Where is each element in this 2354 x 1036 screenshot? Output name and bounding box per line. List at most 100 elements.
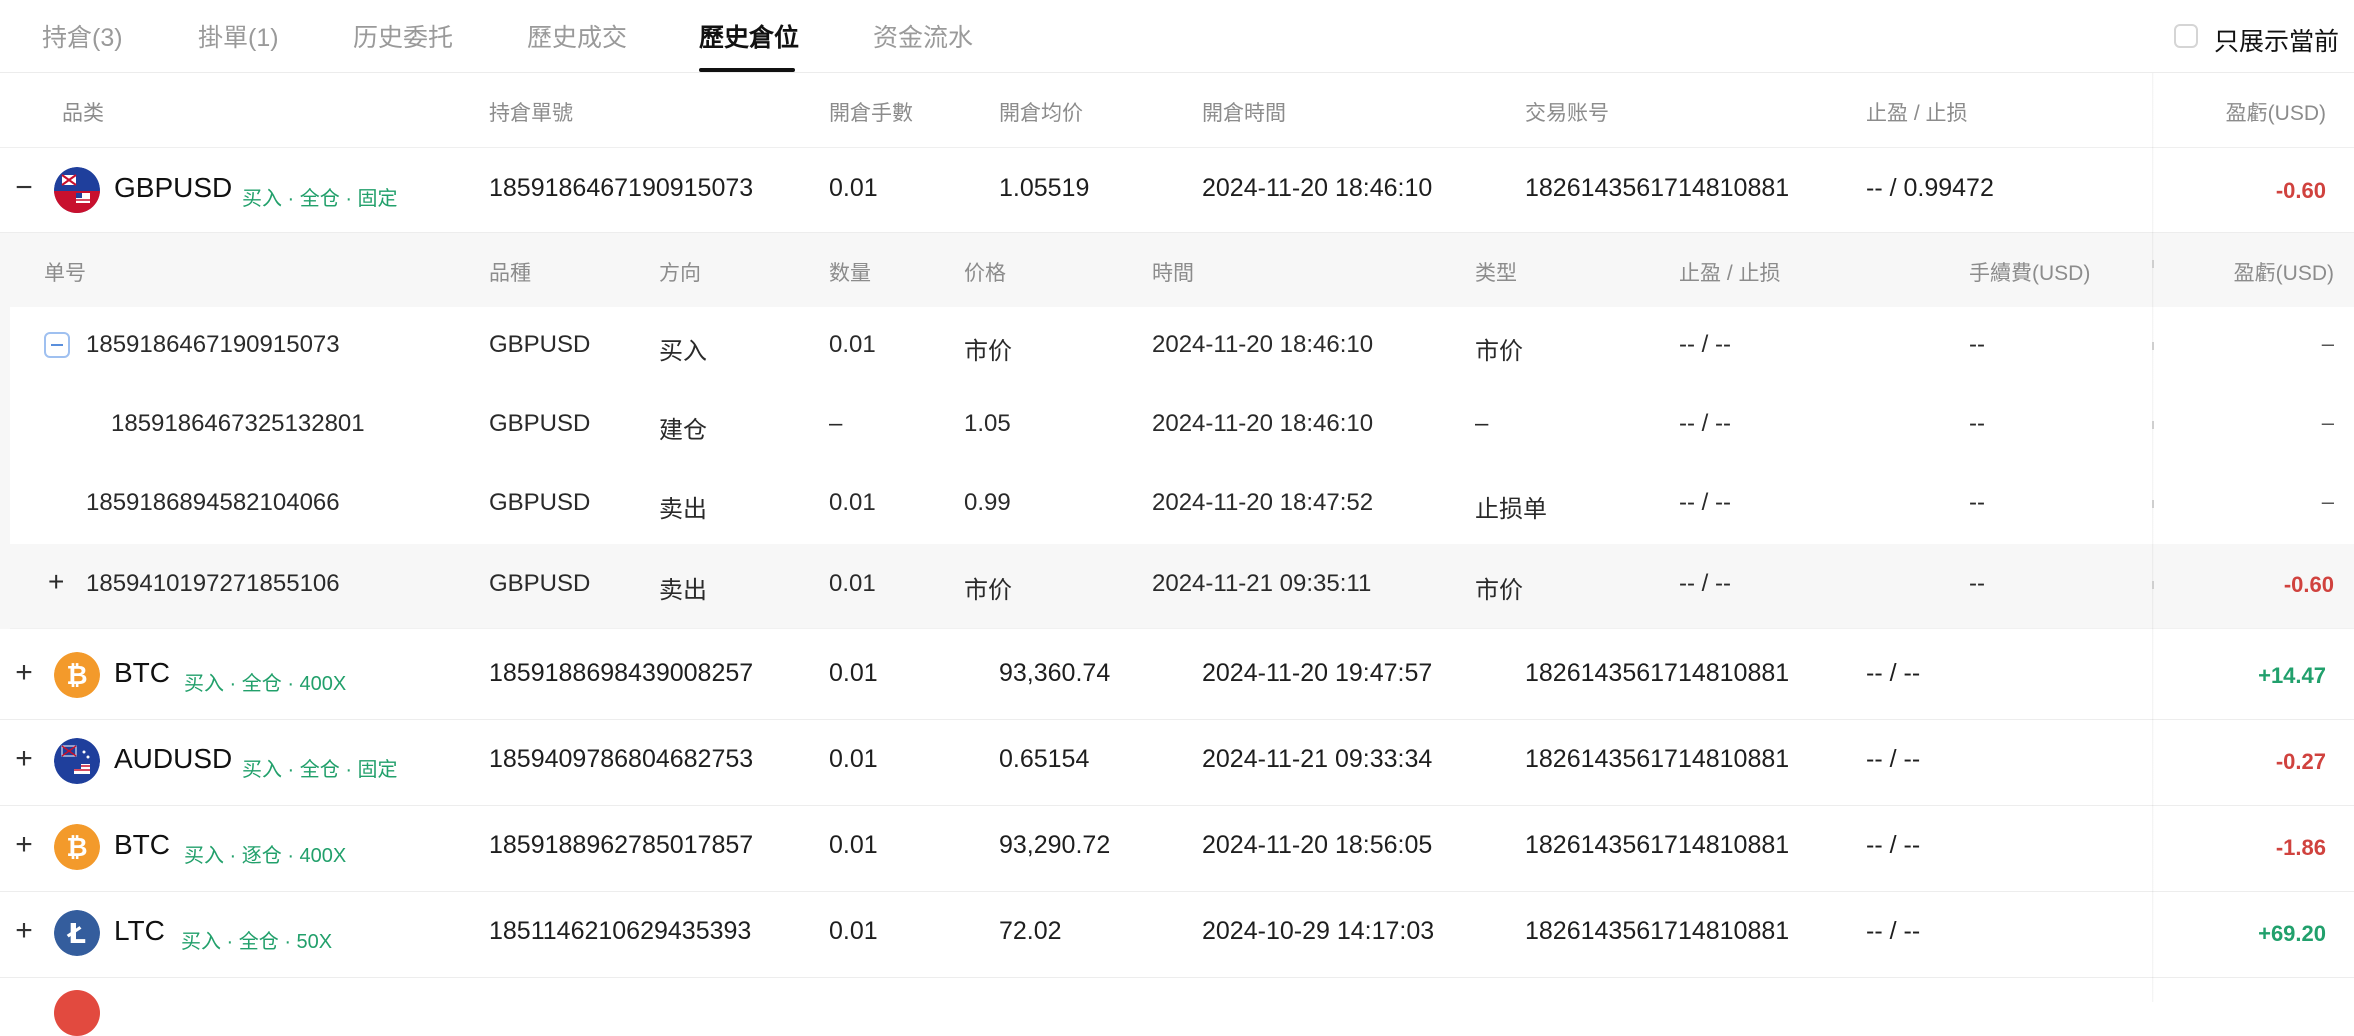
sub-col-time: 時間 (1152, 262, 1194, 285)
collapse-icon[interactable]: − (12, 173, 36, 203)
avg-price: 93,290.72 (999, 831, 1111, 859)
position-row[interactable]: + Ł LTC 买入 · 全仓 · 50X 185114621062943539… (0, 891, 2354, 978)
pnl-value: -0.60 (2275, 178, 2326, 203)
tab-trade-history[interactable]: 歷史成交 (527, 18, 627, 54)
sub-tp-sl: -- / -- (1679, 410, 1731, 437)
fixed-column-divider (2152, 73, 2154, 1002)
sub-direction: 卖出 (659, 496, 707, 523)
account: 1826143561714810881 (1525, 659, 1790, 687)
sub-col-qty: 数量 (829, 262, 871, 285)
bitcoin-icon: ₿ (54, 652, 100, 698)
sub-col-order-no: 单号 (44, 262, 86, 285)
sub-order-row[interactable]: 1859186467190915073 GBPUSD 买入 0.01 市价 20… (10, 307, 2354, 387)
aud-us-flag-icon (54, 738, 100, 784)
sub-price: 市价 (964, 338, 1012, 365)
expand-icon[interactable]: + (48, 566, 64, 598)
sub-order-row[interactable]: 1859186894582104066 GBPUSD 卖出 0.01 0.99 … (10, 465, 2354, 545)
lots: 0.01 (829, 659, 878, 687)
column-overflow-marker (2152, 500, 2154, 508)
expand-icon[interactable]: + (12, 658, 36, 688)
sub-time: 2024-11-20 18:46:10 (1152, 410, 1374, 437)
avg-price: 72.02 (999, 917, 1062, 945)
sub-price: 市价 (964, 577, 1012, 604)
sub-fee: -- (1969, 410, 1985, 437)
open-time: 2024-11-21 09:33:34 (1202, 745, 1433, 773)
position-tags: 买入 · 全仓 · 固定 (242, 188, 398, 210)
tab-positions[interactable]: 持倉(3) (42, 18, 123, 54)
sub-qty: – (829, 410, 843, 437)
current-only-checkbox[interactable] (2174, 24, 2198, 48)
sub-fee: -- (1969, 570, 1985, 597)
sub-price: 0.99 (964, 489, 1011, 516)
order-no: 1859186467190915073 (489, 174, 754, 202)
sub-direction: 卖出 (659, 577, 707, 604)
expand-icon[interactable]: + (12, 916, 36, 946)
col-product: 品类 (62, 102, 104, 125)
symbol-label: LTC (114, 915, 165, 946)
sub-tp-sl: -- / -- (1679, 489, 1731, 516)
col-tp-sl: 止盈 / 止损 (1866, 102, 1968, 125)
order-no: 1859188962785017857 (489, 831, 754, 859)
pnl-value: +14.47 (2258, 663, 2326, 688)
sub-table-header: 单号 品種 方向 数量 价格 時間 类型 止盈 / 止损 手續費(USD) 盈虧… (10, 233, 2354, 307)
account: 1826143561714810881 (1525, 917, 1790, 945)
position-row[interactable]: + ₿ BTC 买入 · 逐仓 · 400X 18591889627850178… (0, 805, 2354, 892)
lots: 0.01 (829, 917, 878, 945)
position-row[interactable]: + AUDUSD 买入 · 全仓 · 固定 185940978680468275… (0, 719, 2354, 806)
col-lots: 開倉手數 (829, 102, 913, 125)
sub-pnl: – (2321, 489, 2334, 514)
lots: 0.01 (829, 174, 878, 202)
open-time: 2024-11-20 18:46:10 (1202, 174, 1433, 202)
sub-direction: 建仓 (659, 417, 707, 444)
tab-fund-flow[interactable]: 资金流水 (873, 18, 973, 54)
sub-order-row[interactable]: 1859186467325132801 GBPUSD 建仓 – 1.05 202… (10, 386, 2354, 466)
symbol-label: AUDUSD (114, 743, 233, 774)
bitcoin-icon: ₿ (54, 824, 100, 870)
open-time: 2024-10-29 14:17:03 (1202, 917, 1435, 945)
order-no: 1851146210629435393 (489, 917, 752, 945)
tab-position-history[interactable]: 歷史倉位 (699, 18, 799, 54)
symbol-label: BTC (114, 829, 170, 860)
sub-fee: -- (1969, 331, 1985, 358)
sub-type: 止损单 (1475, 496, 1547, 523)
sub-order-row[interactable]: + 1859410197271855106 GBPUSD 卖出 0.01 市价 … (10, 544, 2354, 629)
sub-type: 市价 (1475, 338, 1523, 365)
col-pnl: 盈虧(USD) (2225, 102, 2326, 125)
gbp-us-flag-icon (54, 167, 100, 213)
sub-qty: 0.01 (829, 489, 876, 516)
sub-type: 市价 (1475, 577, 1523, 604)
table-header: 品类 持倉單號 開倉手數 開倉均价 開倉時間 交易账号 止盈 / 止损 盈虧(U… (0, 73, 2354, 148)
tab-order-history[interactable]: 历史委托 (353, 18, 453, 54)
sub-col-fee: 手續費(USD) (1969, 262, 2091, 285)
sub-time: 2024-11-20 18:46:10 (1152, 331, 1374, 358)
col-account: 交易账号 (1525, 102, 1609, 125)
column-overflow-marker (2152, 260, 2154, 268)
sub-qty: 0.01 (829, 331, 876, 358)
collapse-icon[interactable] (44, 332, 70, 358)
col-open-time: 開倉時間 (1202, 102, 1286, 125)
sub-col-type: 类型 (1475, 262, 1517, 285)
position-tags: 买入 · 全仓 · 固定 (242, 759, 398, 781)
account: 1826143561714810881 (1525, 831, 1790, 859)
active-tab-indicator (699, 68, 795, 72)
column-overflow-marker (2152, 421, 2154, 429)
tab-pending-orders[interactable]: 掛單(1) (198, 18, 279, 54)
tp-sl: -- / -- (1866, 831, 1921, 859)
sub-col-tp-sl: 止盈 / 止损 (1679, 262, 1781, 285)
avg-price: 93,360.74 (999, 659, 1111, 687)
position-row[interactable]: + ₿ BTC 买入 · 全仓 · 400X 18591886984390082… (0, 633, 2354, 720)
expand-icon[interactable]: + (12, 830, 36, 860)
current-only-filter[interactable]: 只展示當前 (2174, 22, 2354, 56)
sub-tp-sl: -- / -- (1679, 570, 1731, 597)
position-tags: 买入 · 全仓 · 400X (184, 673, 347, 695)
sub-product: GBPUSD (489, 410, 591, 437)
pnl-value: +69.20 (2258, 921, 2326, 946)
expand-icon[interactable]: + (12, 744, 36, 774)
position-row[interactable]: − GBPUSD 买入 · 全仓 · 固定 185918646719091507… (0, 148, 2354, 233)
position-tags: 买入 · 全仓 · 50X (181, 931, 333, 953)
sub-type: – (1475, 410, 1489, 437)
lots: 0.01 (829, 831, 878, 859)
symbol-label: BTC (114, 657, 170, 688)
sub-pnl: -0.60 (2283, 572, 2334, 597)
sub-col-product: 品種 (489, 262, 531, 285)
